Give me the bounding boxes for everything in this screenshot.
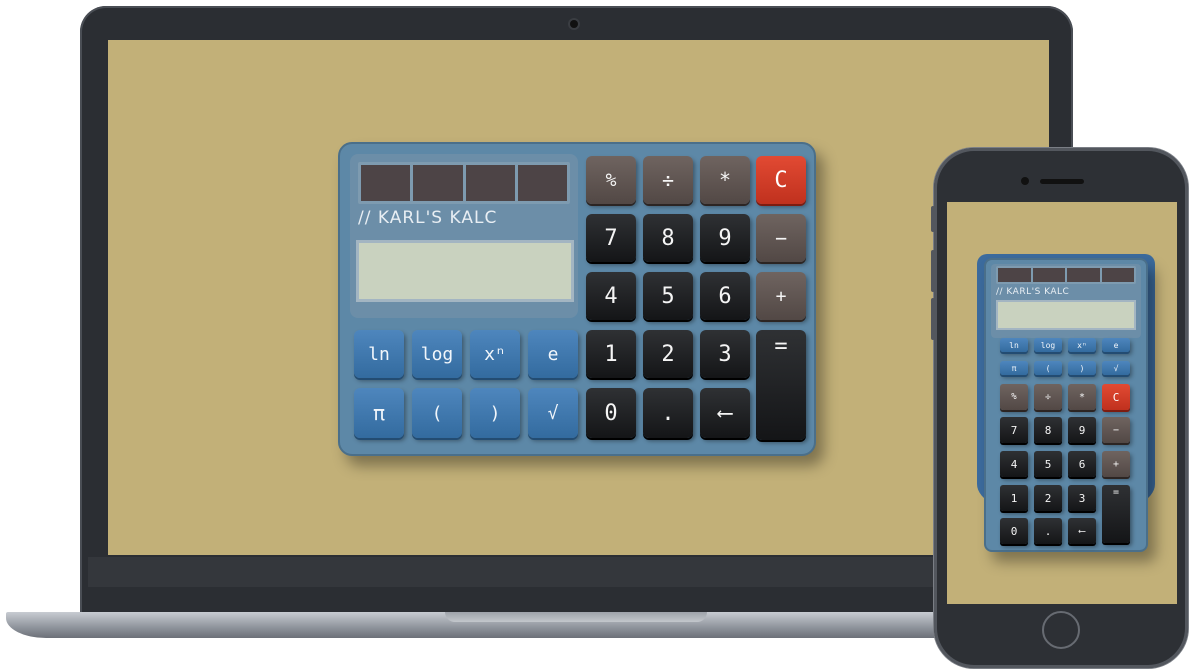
display-screen — [996, 300, 1136, 330]
plus-button[interactable]: + — [1102, 451, 1130, 477]
solar-panel — [358, 162, 570, 204]
percent-button[interactable]: % — [586, 156, 636, 204]
digit-8-button[interactable]: 8 — [1034, 417, 1062, 443]
digit-2-button[interactable]: 2 — [643, 330, 693, 378]
display-screen — [356, 240, 574, 302]
minus-button[interactable]: − — [756, 214, 806, 262]
brand-label: // KARL'S KALC — [996, 287, 1070, 297]
e-button[interactable]: e — [1102, 338, 1130, 352]
digit-7-button[interactable]: 7 — [586, 214, 636, 262]
phone-side-button — [931, 298, 935, 340]
minus-button[interactable]: − — [1102, 417, 1130, 443]
phone-camera-icon — [1021, 177, 1029, 185]
pi-button[interactable]: π — [354, 388, 404, 438]
sqrt-button[interactable]: √ — [528, 388, 578, 438]
equals-button[interactable]: = — [756, 330, 806, 440]
digit-3-button[interactable]: 3 — [700, 330, 750, 378]
e-button[interactable]: e — [528, 330, 578, 378]
digit-7-button[interactable]: 7 — [1000, 417, 1028, 443]
power-button[interactable]: xⁿ — [1068, 338, 1096, 352]
ln-button[interactable]: ln — [1000, 338, 1028, 352]
digit-4-button[interactable]: 4 — [586, 272, 636, 320]
close-paren-button[interactable]: ) — [470, 388, 520, 438]
multiply-button[interactable]: * — [700, 156, 750, 204]
open-paren-button[interactable]: ( — [1034, 361, 1062, 375]
phone-side-button — [931, 206, 935, 232]
log-button[interactable]: log — [1034, 338, 1062, 352]
backspace-button[interactable]: ⟵ — [700, 388, 750, 438]
digit-0-button[interactable]: 0 — [1000, 518, 1028, 544]
digit-9-button[interactable]: 9 — [700, 214, 750, 262]
digit-0-button[interactable]: 0 — [586, 388, 636, 438]
phone-side-button — [931, 250, 935, 292]
digit-8-button[interactable]: 8 — [643, 214, 693, 262]
digit-3-button[interactable]: 3 — [1068, 485, 1096, 511]
digit-6-button[interactable]: 6 — [1068, 451, 1096, 477]
laptop-camera-icon — [570, 20, 578, 28]
open-paren-button[interactable]: ( — [412, 388, 462, 438]
digit-5-button[interactable]: 5 — [1034, 451, 1062, 477]
calculator-desktop: // KARL'S KALC ln log xⁿ e π ( ) √ % ÷ *… — [338, 142, 816, 456]
digit-5-button[interactable]: 5 — [643, 272, 693, 320]
clear-button[interactable]: C — [1102, 384, 1130, 410]
percent-button[interactable]: % — [1000, 384, 1028, 410]
solar-panel — [996, 266, 1136, 284]
brand-label: // KARL'S KALC — [358, 208, 498, 228]
backspace-button[interactable]: ⟵ — [1068, 518, 1096, 544]
ln-button[interactable]: ln — [354, 330, 404, 378]
digit-2-button[interactable]: 2 — [1034, 485, 1062, 511]
digit-1-button[interactable]: 1 — [1000, 485, 1028, 511]
decimal-button[interactable]: . — [643, 388, 693, 438]
plus-button[interactable]: + — [756, 272, 806, 320]
laptop-hinge-notch — [445, 612, 707, 622]
clear-button[interactable]: C — [756, 156, 806, 204]
digit-1-button[interactable]: 1 — [586, 330, 636, 378]
pi-button[interactable]: π — [1000, 361, 1028, 375]
equals-button[interactable]: = — [1102, 485, 1130, 543]
divide-button[interactable]: ÷ — [1034, 384, 1062, 410]
digit-6-button[interactable]: 6 — [700, 272, 750, 320]
multiply-button[interactable]: * — [1068, 384, 1096, 410]
calculator-mobile: // KARL'S KALC ln log xⁿ e π ( ) √ % ÷ *… — [984, 258, 1148, 552]
phone-speaker — [1040, 179, 1084, 184]
sqrt-button[interactable]: √ — [1102, 361, 1130, 375]
digit-9-button[interactable]: 9 — [1068, 417, 1096, 443]
divide-button[interactable]: ÷ — [643, 156, 693, 204]
log-button[interactable]: log — [412, 330, 462, 378]
laptop-bezel-bottom — [88, 557, 1066, 587]
power-button[interactable]: xⁿ — [470, 330, 520, 378]
digit-4-button[interactable]: 4 — [1000, 451, 1028, 477]
home-button — [1042, 611, 1080, 649]
close-paren-button[interactable]: ) — [1068, 361, 1096, 375]
decimal-button[interactable]: . — [1034, 518, 1062, 544]
